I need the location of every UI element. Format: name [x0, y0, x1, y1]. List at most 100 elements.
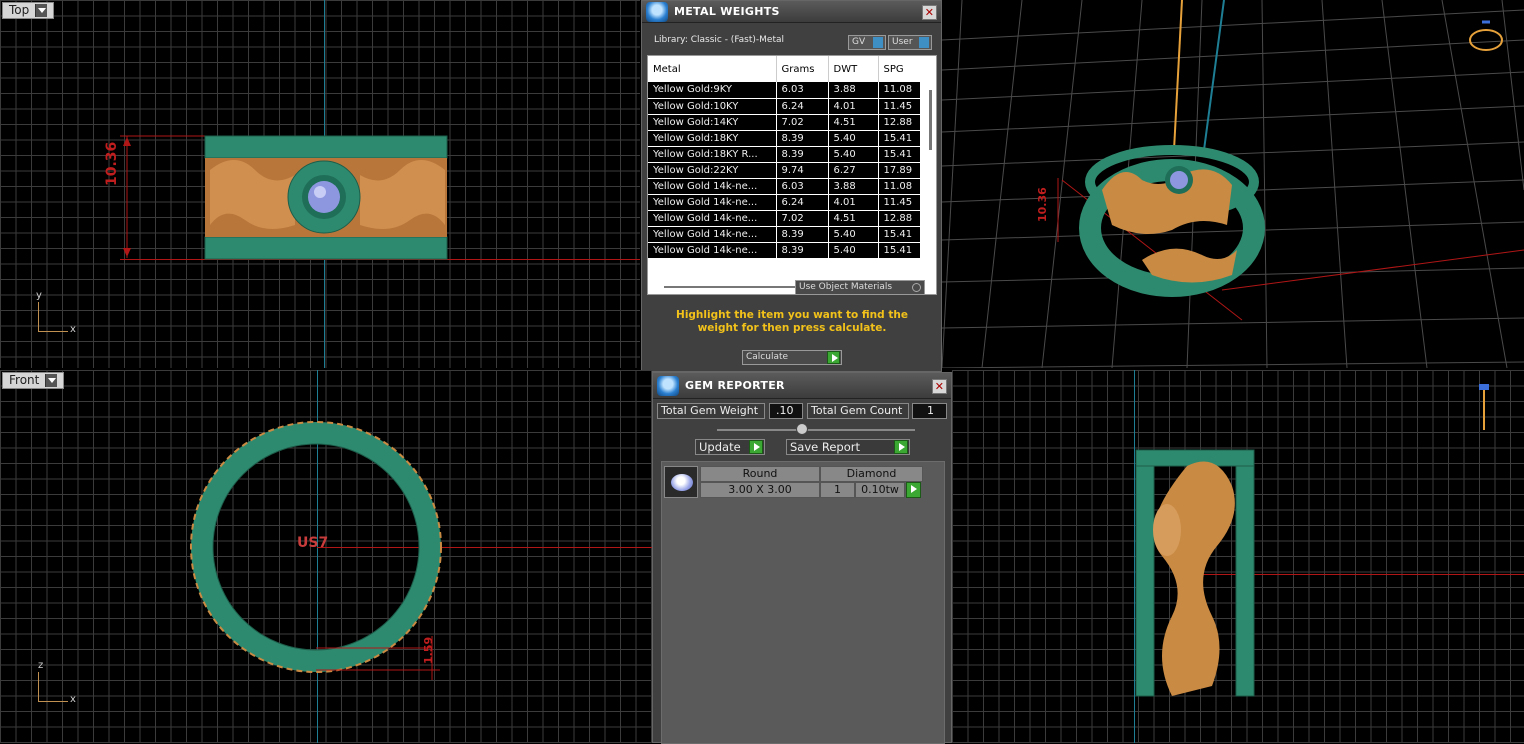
- metal-weights-titlebar[interactable]: METAL WEIGHTS ✕: [642, 1, 941, 23]
- cell-metal: Yellow Gold 14k-ne...: [648, 226, 777, 242]
- cell-spg: 11.45: [883, 100, 913, 112]
- total-gem-weight-label: Total Gem Weight: [657, 403, 765, 419]
- gem-shape: Round: [700, 466, 820, 482]
- ring-side-view: [1135, 384, 1489, 697]
- cell-spg: 11.08: [883, 84, 913, 96]
- gv-label: GV: [852, 37, 866, 47]
- cell-grams: 7.02: [776, 114, 829, 130]
- table-row[interactable]: Yellow Gold:18KY R... 8.39 5.40 15.41: [648, 146, 920, 162]
- cell-dwt: 4.51: [828, 210, 879, 226]
- cell-grams: 7.02: [776, 210, 829, 226]
- perspective-viewport[interactable]: 10.36: [942, 0, 1524, 368]
- col-header-spg[interactable]: SPG: [878, 56, 920, 82]
- user-label: User: [892, 37, 913, 47]
- col-header-dwt[interactable]: DWT: [828, 56, 879, 82]
- cell-dwt: 3.88: [828, 178, 879, 194]
- cell-grams: 8.39: [776, 130, 829, 146]
- cell-grams: 6.24: [776, 194, 829, 210]
- table-row[interactable]: Yellow Gold:10KY 6.24 4.01 11.45: [648, 98, 920, 114]
- gem-weight: 0.10tw: [855, 482, 905, 498]
- axis-gizmo: z x: [34, 660, 84, 705]
- ring-size-label: US7: [297, 535, 329, 551]
- gizmo-z-label: z: [38, 660, 44, 671]
- cell-grams: 9.74: [776, 162, 829, 178]
- cell-metal: Yellow Gold:22KY: [648, 162, 777, 178]
- cell-metal: Yellow Gold 14k-ne...: [648, 194, 777, 210]
- dimension-label: 10.36: [104, 141, 120, 186]
- gem-thumbnail: [664, 466, 698, 498]
- cell-spg: 15.41: [883, 228, 913, 240]
- cell-dwt: 4.01: [828, 194, 879, 210]
- top-viewport[interactable]: Top 10.36 y x: [0, 0, 640, 368]
- user-toggle[interactable]: User: [888, 35, 932, 50]
- update-label: Update: [699, 440, 741, 454]
- gem-detail-button[interactable]: [906, 482, 921, 498]
- cell-spg: 15.41: [883, 148, 913, 160]
- total-gem-count-value: 1: [912, 403, 947, 419]
- metal-table-container[interactable]: Metal Grams DWT SPG Yellow Gold:9KY 6.03 3…: [647, 55, 937, 295]
- close-icon[interactable]: ✕: [922, 5, 937, 20]
- cell-metal: Yellow Gold:14KY: [648, 114, 777, 130]
- gizmo-x-label: x: [70, 694, 76, 705]
- table-header-row: Metal Grams DWT SPG: [648, 56, 920, 82]
- play-icon: [894, 440, 908, 454]
- close-icon[interactable]: ✕: [932, 379, 947, 394]
- col-header-metal[interactable]: Metal: [648, 56, 777, 82]
- table-row[interactable]: Yellow Gold 14k-ne... 8.39 5.40 15.41: [648, 242, 920, 258]
- col-header-grams[interactable]: Grams: [776, 56, 829, 82]
- gem-row[interactable]: Round Diamond 3.00 X 3.00 1 0.10tw: [664, 466, 923, 500]
- cell-spg: 11.45: [883, 196, 913, 208]
- use-object-materials-checkbox[interactable]: Use Object Materials: [795, 280, 925, 295]
- table-row[interactable]: Yellow Gold 14k-ne... 6.03 3.88 11.08: [648, 178, 920, 194]
- panel-title: GEM REPORTER: [685, 379, 785, 392]
- calculate-button[interactable]: Calculate: [742, 350, 842, 365]
- cell-spg: 11.08: [883, 180, 913, 192]
- table-row[interactable]: Yellow Gold:18KY 8.39 5.40 15.41: [648, 130, 920, 146]
- cell-dwt: 4.01: [828, 98, 879, 114]
- gem-size: 3.00 X 3.00: [700, 482, 820, 498]
- vertical-scrollbar[interactable]: [929, 90, 932, 150]
- gizmo-x-label: x: [70, 324, 76, 335]
- table-row[interactable]: Yellow Gold:22KY 9.74 6.27 17.89: [648, 162, 920, 178]
- diamond-icon: [671, 474, 693, 491]
- cell-dwt: 5.40: [828, 226, 879, 242]
- metal-weights-icon: [646, 1, 668, 22]
- table-row[interactable]: Yellow Gold:9KY 6.03 3.88 11.08: [648, 82, 920, 98]
- save-report-label: Save Report: [790, 440, 861, 454]
- save-report-button[interactable]: Save Report: [786, 439, 910, 455]
- cell-metal: Yellow Gold:9KY: [648, 82, 777, 98]
- cell-metal: Yellow Gold:18KY: [648, 130, 777, 146]
- table-row[interactable]: Yellow Gold 14k-ne... 7.02 4.51 12.88: [648, 210, 920, 226]
- axis-gizmo: y x: [34, 290, 84, 335]
- slider-track[interactable]: [717, 429, 915, 431]
- cell-grams: 8.39: [776, 242, 829, 258]
- update-button[interactable]: Update: [695, 439, 765, 455]
- front-viewport[interactable]: Front US7 1.59 z x: [0, 370, 652, 743]
- cell-dwt: 5.40: [828, 146, 879, 162]
- instruction-text: Highlight the item you want to find the …: [676, 309, 908, 334]
- slider-handle[interactable]: [796, 423, 808, 435]
- table-row[interactable]: Yellow Gold:14KY 7.02 4.51 12.88: [648, 114, 920, 130]
- perspective-grid: [942, 0, 1524, 368]
- ring-top-view: [120, 135, 448, 260]
- metal-table: Metal Grams DWT SPG Yellow Gold:9KY 6.03 3…: [648, 56, 920, 259]
- cell-grams: 8.39: [776, 226, 829, 242]
- cell-spg: 17.89: [883, 164, 913, 176]
- cell-metal: Yellow Gold:10KY: [648, 98, 777, 114]
- gizmo-y-label: y: [36, 290, 42, 301]
- use-object-materials-label: Use Object Materials: [799, 282, 893, 292]
- calculate-label: Calculate: [746, 352, 789, 362]
- gem-count: 1: [820, 482, 855, 498]
- dimension-label: 10.36: [1036, 187, 1049, 222]
- table-row[interactable]: Yellow Gold 14k-ne... 6.24 4.01 11.45: [648, 194, 920, 210]
- cell-metal: Yellow Gold 14k-ne...: [648, 242, 777, 258]
- cell-grams: 6.24: [776, 98, 829, 114]
- table-row[interactable]: Yellow Gold 14k-ne... 8.39 5.40 15.41: [648, 226, 920, 242]
- gv-toggle[interactable]: GV: [848, 35, 886, 50]
- gem-reporter-titlebar[interactable]: GEM REPORTER ✕: [653, 373, 951, 399]
- cell-dwt: 3.88: [828, 82, 879, 98]
- right-viewport[interactable]: [952, 370, 1524, 743]
- cell-spg: 12.88: [883, 116, 913, 128]
- cell-metal: Yellow Gold 14k-ne...: [648, 178, 777, 194]
- library-label: Library: Classic - (Fast)-Metal: [654, 35, 785, 45]
